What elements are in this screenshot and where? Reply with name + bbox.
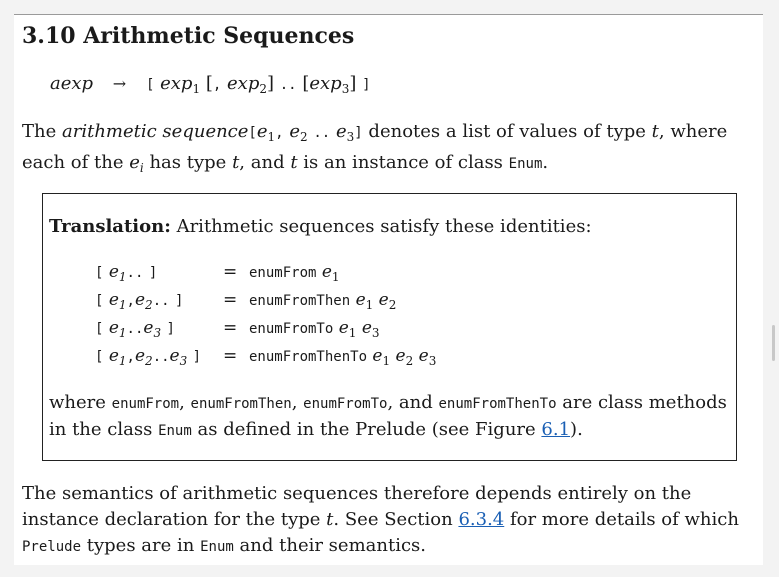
outro-paragraph: The semantics of arithmetic sequences th… <box>22 483 739 556</box>
section-link[interactable]: 6.3.4 <box>458 509 504 530</box>
intro-paragraph: The arithmetic sequence[e1, e2 .. e3] de… <box>22 121 728 175</box>
syntax-lhs: aexp <box>50 73 94 94</box>
translation-note: where enumFrom, enumFromThen, enumFromTo… <box>49 392 727 440</box>
document-page: 3.10 Arithmetic Sequences aexp → [ exp1 … <box>14 14 775 565</box>
translation-box: Translation: Arithmetic sequences satisf… <box>42 193 737 461</box>
scrollbar-thumb[interactable] <box>772 325 775 361</box>
section-title: 3.10 Arithmetic Sequences <box>22 23 355 49</box>
right-arrow-icon: → <box>112 74 127 93</box>
syntax-rule: aexp → [ exp1 [, exp2] .. [exp3] ] <box>50 73 371 96</box>
figure-link[interactable]: 6.1 <box>541 419 570 440</box>
translation-heading: Translation: Arithmetic sequences satisf… <box>49 216 592 237</box>
